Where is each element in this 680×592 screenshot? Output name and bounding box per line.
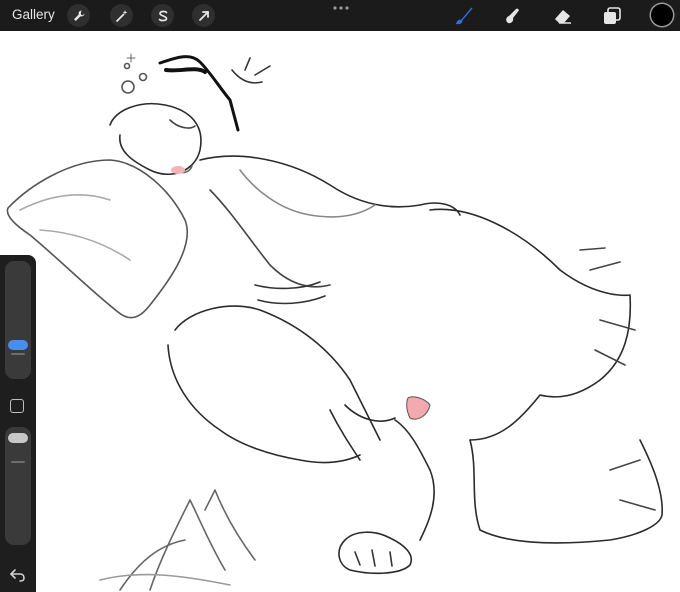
opacity-thumb[interactable] bbox=[8, 433, 28, 443]
smudge-icon[interactable] bbox=[502, 5, 524, 27]
eraser-icon[interactable] bbox=[552, 5, 574, 27]
transform-arrow-icon[interactable] bbox=[192, 4, 215, 27]
brush-size-thumb[interactable] bbox=[8, 340, 28, 350]
wrench-icon[interactable] bbox=[67, 4, 90, 27]
modify-button[interactable] bbox=[10, 399, 24, 413]
brush-sidebar bbox=[0, 255, 36, 592]
opacity-tick bbox=[11, 461, 25, 463]
brush-icon[interactable] bbox=[452, 5, 474, 27]
gallery-button[interactable]: Gallery bbox=[12, 7, 55, 22]
brush-size-slider[interactable] bbox=[5, 261, 31, 379]
layers-icon[interactable] bbox=[601, 5, 623, 27]
color-picker-button[interactable] bbox=[651, 4, 673, 26]
drawing-canvas[interactable] bbox=[0, 31, 680, 592]
magic-wand-icon[interactable] bbox=[110, 4, 133, 27]
opacity-slider[interactable] bbox=[5, 427, 31, 545]
sketch-artwork bbox=[6, 53, 663, 591]
more-options-icon[interactable] bbox=[332, 4, 350, 12]
top-toolbar: Gallery bbox=[0, 0, 680, 31]
undo-icon[interactable] bbox=[9, 567, 27, 583]
brush-size-tick bbox=[11, 353, 25, 355]
selection-s-icon[interactable] bbox=[151, 4, 174, 27]
